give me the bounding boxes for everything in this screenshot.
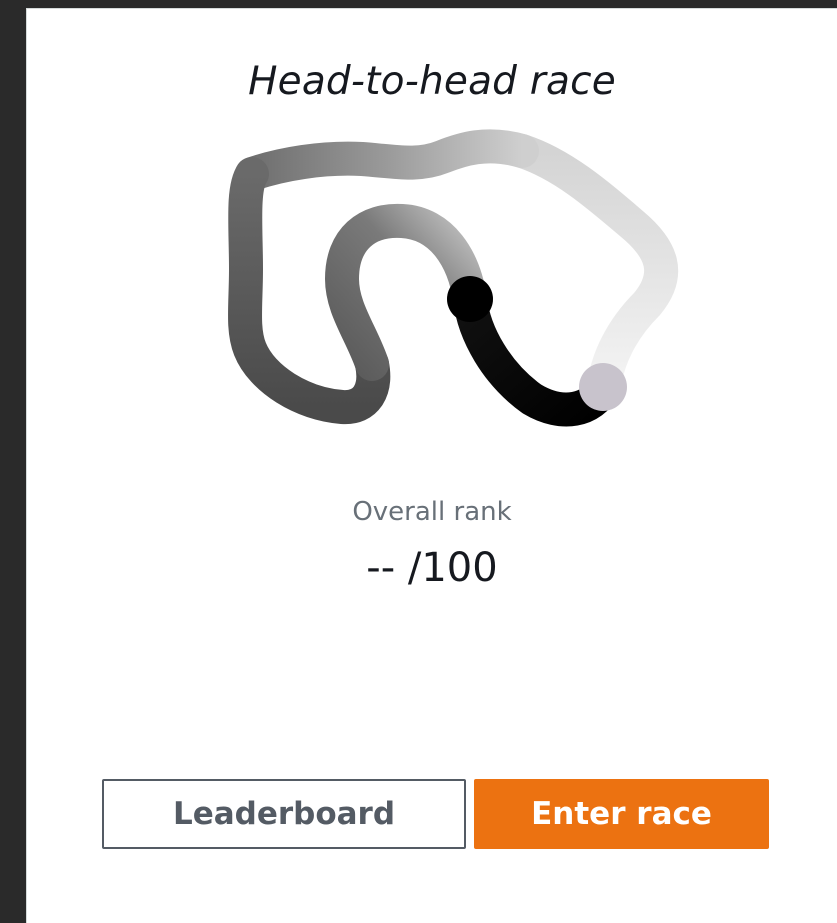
overall-rank-value: -- /100 (366, 545, 498, 591)
race-start-marker (447, 276, 493, 322)
race-card: Head-to-head race Overall rank -- /100 L… (26, 8, 837, 923)
leaderboard-button[interactable]: Leaderboard (102, 779, 466, 849)
overall-rank-label: Overall rank (352, 497, 512, 527)
race-track-icon (202, 119, 682, 439)
app-frame: Head-to-head race Overall rank -- /100 L… (0, 0, 837, 923)
card-title: Head-to-head race (248, 59, 616, 104)
race-track-svg (228, 129, 679, 427)
enter-race-button[interactable]: Enter race (474, 779, 769, 849)
race-end-marker (579, 363, 627, 411)
